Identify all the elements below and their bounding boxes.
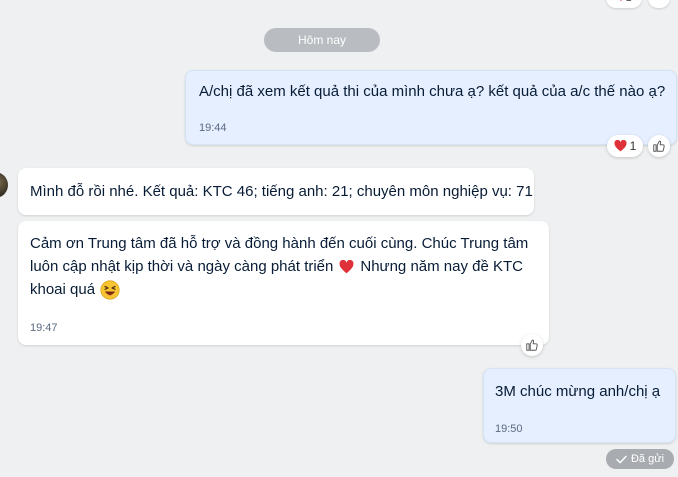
top-like-button[interactable] [648, 0, 670, 8]
message-text-line-2: luôn cập nhật kịp thời và ngày càng phát… [30, 258, 334, 275]
message-text: 3M chúc mừng anh/chị ạ [495, 383, 661, 400]
like-button[interactable] [648, 135, 670, 157]
sent-status-label: Đã gửi [630, 453, 665, 465]
sent-status-badge: Đã gửi [606, 449, 674, 469]
heart-emoji-icon [339, 259, 354, 273]
message-text: Mình đỗ rồi nhé. Kết quả: KTC 46; tiếng … [30, 183, 533, 200]
thumbs-up-icon [653, 140, 665, 152]
thumbs-up-icon [526, 339, 538, 351]
reaction-count: 1 [629, 139, 637, 153]
message-text-line-1: Cảm ơn Trung tâm đã hỗ trợ và đồng hành … [30, 235, 529, 252]
reaction-pill[interactable]: 1 [607, 135, 643, 157]
avatar[interactable] [0, 172, 8, 198]
message-text: A/chị đã xem kết quả thi của mình chưa ạ… [199, 83, 666, 100]
heart-icon [614, 140, 627, 152]
top-reaction-pill[interactable]: ❤ 1 [606, 0, 642, 8]
top-reaction-count: 1 [626, 0, 632, 4]
message-bubble-sent[interactable]: A/chị đã xem kết quả thi của mình chưa ạ… [185, 70, 677, 145]
message-text-line-2b: Nhưng năm nay đề KTC [360, 258, 523, 275]
message-time: 19:47 [30, 322, 58, 334]
heart-icon: ❤ [616, 0, 625, 5]
message-time: 19:50 [495, 423, 523, 435]
message-text-line-3: khoai quá [30, 281, 96, 298]
check-icon [616, 455, 627, 463]
like-button[interactable] [521, 334, 543, 356]
message-time: 19:44 [199, 122, 227, 134]
message-bubble-received[interactable]: Cảm ơn Trung tâm đã hỗ trợ và đồng hành … [18, 221, 549, 345]
laughing-emoji-icon [100, 279, 120, 300]
date-divider: Hôm nay [264, 28, 380, 52]
message-bubble-received[interactable]: Mình đỗ rồi nhé. Kết quả: KTC 46; tiếng … [18, 168, 534, 215]
message-bubble-sent[interactable]: 3M chúc mừng anh/chị ạ 19:50 [483, 368, 676, 443]
